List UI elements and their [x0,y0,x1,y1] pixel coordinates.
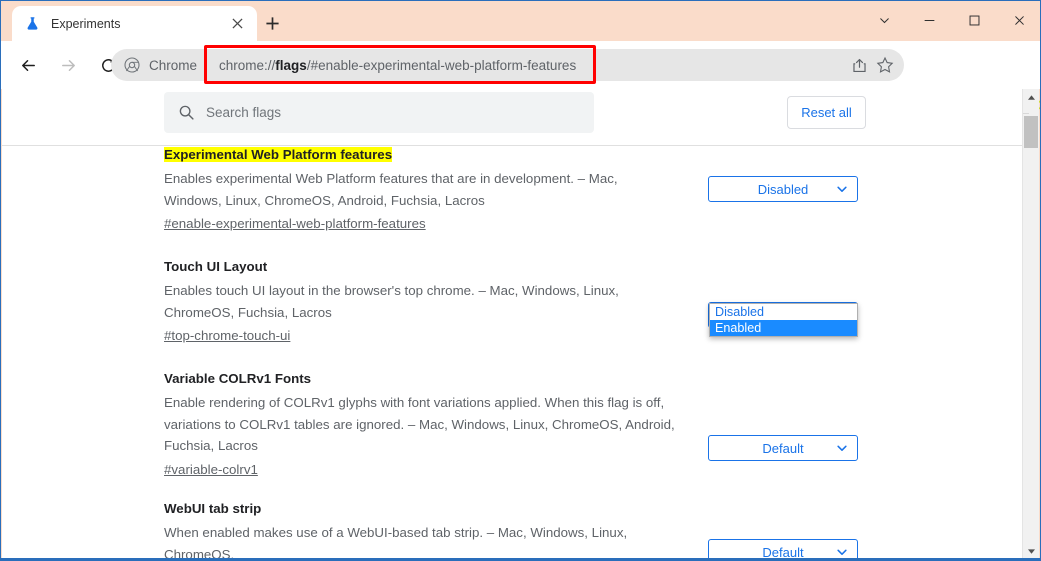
dropdown-option-disabled[interactable]: Disabled [710,304,857,320]
chevron-down-icon [836,442,848,454]
scroll-up-icon[interactable] [1023,89,1039,106]
reset-all-button[interactable]: Reset all [787,96,866,129]
omnibox-url-text: chrome://flags/#enable-experimental-web-… [219,58,576,73]
flask-icon [24,15,41,32]
browser-tab-experiments[interactable]: Experiments [12,6,257,41]
omnibox-chip-label: Chrome [149,57,198,73]
forward-button[interactable] [51,48,85,82]
flag-anchor-link[interactable]: #variable-colrv1 [164,459,258,480]
flag-title: Variable COLRv1 Fonts [164,371,312,386]
tab-strip: Experiments [1,1,1040,41]
flag-description: Enable rendering of COLRv1 glyphs with f… [164,395,675,453]
flag-select-value: Default [762,440,804,456]
url-bold-part: flags [275,57,307,73]
chrome-logo-icon [123,56,141,74]
url-prefix: chrome:// [219,57,276,73]
flag-description: Enables touch UI layout in the browser's… [164,283,619,320]
url-suffix: /#enable-experimental-web-platform-featu… [306,57,577,73]
chevron-down-icon [836,183,848,195]
flag-text-block: Touch UI Layout Enables touch UI layout … [164,258,676,346]
flag-text-block: WebUI tab strip When enabled makes use o… [164,500,676,560]
new-tab-button[interactable] [259,10,286,37]
scrollbar-thumb[interactable] [1024,116,1038,148]
search-flags-input[interactable]: Search flags [164,92,594,133]
page-scrollbar[interactable] [1022,89,1039,560]
flag-anchor-link[interactable]: #enable-experimental-web-platform-featur… [164,213,426,234]
maximize-icon[interactable] [952,1,997,39]
window-controls [862,1,1040,39]
flag-description: When enabled makes use of a WebUI-based … [164,525,628,560]
window-bottom-edge [1,558,1040,560]
minimize-icon[interactable] [907,1,952,39]
share-icon[interactable] [846,52,872,78]
chevron-down-icon [836,546,848,558]
search-icon [176,103,196,123]
flags-page: Search flags Reset all Experimental Web … [2,89,1024,560]
browser-toolbar: Chrome chrome://flags/#enable-experiment… [1,41,1040,115]
dropdown-option-enabled[interactable]: Enabled [710,320,857,336]
flags-list: Experimental Web Platform features Enabl… [2,146,1024,560]
tab-title: Experiments [51,16,121,31]
flag-title: Experimental Web Platform features [164,147,393,162]
flag-select-experimental-web-platform-features[interactable]: Disabled [708,176,858,202]
omnibox-separator [206,56,208,74]
flag-select-dropdown-open[interactable]: Disabled Enabled [709,303,858,337]
browser-window: Experiments Chrome chrome://flags/#enabl… [0,0,1041,561]
flag-title-line: Touch UI Layout [164,258,676,276]
flag-title-line: WebUI tab strip [164,500,676,518]
close-window-icon[interactable] [997,1,1040,39]
flag-select-variable-colrv1[interactable]: Default [708,435,858,461]
flag-title-line: Experimental Web Platform features [164,146,676,164]
flag-select-webui-tab-strip[interactable]: Default [708,539,858,560]
search-placeholder: Search flags [206,105,282,120]
omnibox-actions [846,52,898,78]
address-bar[interactable]: Chrome chrome://flags/#enable-experiment… [111,49,904,81]
star-icon[interactable] [872,52,898,78]
close-icon[interactable] [226,13,248,35]
flag-select-value: Disabled [757,181,809,197]
flag-title-line: Variable COLRv1 Fonts [164,370,676,388]
scrollbar-tick [1023,113,1029,114]
flag-anchor-link[interactable]: #top-chrome-touch-ui [164,325,290,346]
tab-search-icon[interactable] [862,1,907,39]
flag-description: Enables experimental Web Platform featur… [164,171,618,208]
back-button[interactable] [11,48,45,82]
flag-text-block: Variable COLRv1 Fonts Enable rendering o… [164,370,676,480]
flag-title: WebUI tab strip [164,501,262,516]
flags-page-header: Search flags Reset all [2,89,1024,146]
flag-text-block: Experimental Web Platform features Enabl… [164,146,676,234]
flag-title: Touch UI Layout [164,259,268,274]
